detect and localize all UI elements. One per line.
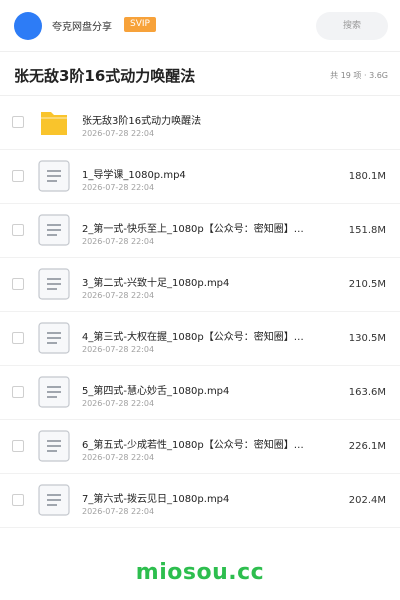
item-size: 151.8M: [348, 225, 386, 236]
app-header: 夸克网盘分享 SVIP: [0, 0, 400, 52]
item-date: 2026-07-28 22:04: [82, 399, 155, 408]
select-checkbox[interactable]: [12, 170, 24, 182]
folder-icon: [38, 106, 70, 138]
watermark: miosou.cc: [135, 560, 265, 585]
video-file-icon: [38, 376, 70, 408]
video-file-icon: [38, 214, 70, 246]
video-file-icon: [38, 322, 70, 354]
item-size: 210.5M: [348, 279, 386, 290]
folder-summary: 共 19 项 · 3.6G: [330, 71, 388, 80]
list-item[interactable]: 4_第三式-大权在握_1080p【公众号：密知圈】… 2026-07-28 22:…: [0, 312, 400, 366]
list-item[interactable]: 6_第五式-少成若性_1080p【公众号：密知圈】… 2026-07-28 22:…: [0, 420, 400, 474]
avatar[interactable]: [14, 12, 42, 40]
item-size: 202.4M: [348, 495, 386, 506]
file-list: 张无敌3阶16式动力唤醒法 2026-07-28 22:04 1_导学课_1080p…: [0, 96, 400, 528]
item-date: 2026-07-28 22:04: [82, 129, 155, 138]
select-checkbox[interactable]: [12, 332, 24, 344]
page-title: 张无敌3阶16式动力唤醒法: [14, 67, 196, 85]
item-date: 2026-07-28 22:04: [82, 291, 155, 300]
item-size: 226.1M: [348, 441, 386, 452]
list-item[interactable]: 1_导学课_1080p.mp4 2026-07-28 22:04 180.1M: [0, 150, 400, 204]
select-checkbox[interactable]: [12, 116, 24, 128]
list-item[interactable]: 7_第六式-拨云见日_1080p.mp4 2026-07-28 22:04 202.…: [0, 474, 400, 528]
list-item[interactable]: 张无敌3阶16式动力唤醒法 2026-07-28 22:04: [0, 96, 400, 150]
video-file-icon: [38, 160, 70, 192]
svip-badge: SVIP: [124, 17, 156, 32]
brand-name: 夸克网盘分享: [52, 22, 112, 33]
folder-title-bar: 张无敌3阶16式动力唤醒法 共 19 项 · 3.6G: [0, 52, 400, 96]
select-checkbox[interactable]: [12, 224, 24, 236]
item-name: 4_第三式-大权在握_1080p【公众号：密知圈】…: [82, 332, 304, 343]
item-date: 2026-07-28 22:04: [82, 507, 155, 516]
item-name: 7_第六式-拨云见日_1080p.mp4: [82, 494, 230, 505]
item-date: 2026-07-28 22:04: [82, 183, 155, 192]
item-name: 2_第一式-快乐至上_1080p【公众号：密知圈】…: [82, 224, 304, 235]
video-file-icon: [38, 484, 70, 516]
list-item[interactable]: 5_第四式-慧心妙舌_1080p.mp4 2026-07-28 22:04 163.…: [0, 366, 400, 420]
list-item[interactable]: 3_第二式-兴致十足_1080p.mp4 2026-07-28 22:04 210.…: [0, 258, 400, 312]
item-size: 163.6M: [348, 387, 386, 398]
item-name: 张无敌3阶16式动力唤醒法: [82, 116, 202, 127]
select-checkbox[interactable]: [12, 494, 24, 506]
item-name: 1_导学课_1080p.mp4: [82, 170, 186, 181]
item-date: 2026-07-28 22:04: [82, 237, 155, 246]
select-checkbox[interactable]: [12, 440, 24, 452]
video-file-icon: [38, 268, 70, 300]
search-input[interactable]: [316, 12, 388, 40]
video-file-icon: [38, 430, 70, 462]
item-name: 5_第四式-慧心妙舌_1080p.mp4: [82, 386, 230, 397]
item-size: 180.1M: [348, 171, 386, 182]
item-date: 2026-07-28 22:04: [82, 345, 155, 354]
list-item[interactable]: 2_第一式-快乐至上_1080p【公众号：密知圈】… 2026-07-28 22:…: [0, 204, 400, 258]
item-date: 2026-07-28 22:04: [82, 453, 155, 462]
select-checkbox[interactable]: [12, 278, 24, 290]
item-name: 6_第五式-少成若性_1080p【公众号：密知圈】…: [82, 440, 304, 451]
item-size: 130.5M: [348, 333, 386, 344]
item-name: 3_第二式-兴致十足_1080p.mp4: [82, 278, 230, 289]
select-checkbox[interactable]: [12, 386, 24, 398]
